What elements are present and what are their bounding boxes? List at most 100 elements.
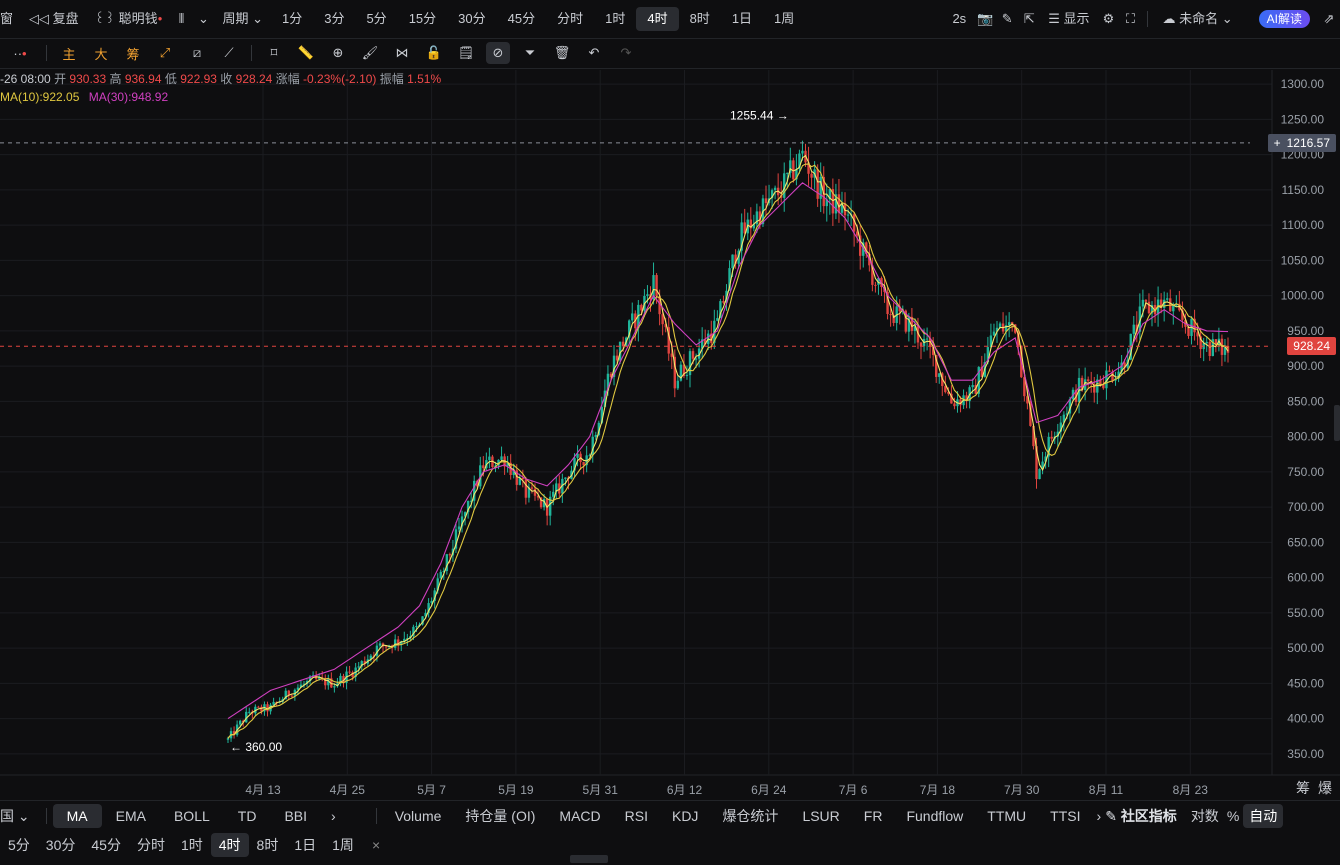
compare-icon[interactable]: ⧄	[181, 38, 213, 68]
close-value: 928.24	[235, 72, 273, 86]
timeframe-tab-7[interactable]: 1时	[594, 7, 636, 31]
candle-body	[500, 456, 503, 460]
measure-icon[interactable]: ⟋	[213, 38, 245, 68]
lock-icon[interactable]: 🔓	[418, 38, 450, 68]
quick-timeframe-tab-1[interactable]: 30分	[38, 833, 84, 857]
chevron-right-icon[interactable]: ›	[321, 804, 346, 828]
export-icon[interactable]: ⇗	[1318, 8, 1340, 30]
candle-body	[357, 666, 360, 668]
candle-body	[1144, 299, 1148, 302]
timeframe-tab-10[interactable]: 1日	[721, 7, 763, 31]
timeframe-tab-3[interactable]: 15分	[398, 7, 447, 31]
sub-indicator-tab-9[interactable]: TTMU	[975, 804, 1038, 828]
display-button[interactable]: ☰ 显示	[1040, 7, 1097, 31]
plus-icon: +	[1273, 135, 1281, 150]
trend-icon[interactable]: ⤢	[149, 38, 181, 68]
magnet-icon[interactable]: ⋈	[386, 38, 418, 68]
share-icon[interactable]: ⇱	[1018, 8, 1040, 30]
period-dropdown[interactable]: 周期 ⌄	[214, 7, 271, 31]
trash-icon[interactable]: 🗑	[546, 38, 578, 68]
refresh-interval-button[interactable]: 2s	[944, 7, 974, 31]
window-button[interactable]: 窗	[0, 7, 21, 31]
sub-indicator-tab-8[interactable]: Fundflow	[894, 804, 975, 828]
settings-icon[interactable]: ⚙	[1097, 8, 1119, 30]
sub-indicator-tab-4[interactable]: KDJ	[660, 804, 710, 828]
more-dots-icon[interactable]: ·· •	[0, 38, 40, 68]
pencil-icon[interactable]: ✎	[996, 8, 1018, 30]
ai-interpret-button[interactable]: AI解读	[1258, 10, 1310, 28]
quick-timeframe-tab-0[interactable]: 5分	[0, 833, 38, 857]
main-indicator-tab-1[interactable]: EMA	[102, 804, 160, 828]
timeframe-tab-4[interactable]: 30分	[447, 7, 496, 31]
quick-timeframe-tab-2[interactable]: 45分	[83, 833, 129, 857]
timeframe-tab-11[interactable]: 1周	[763, 7, 805, 31]
chip-tab[interactable]: 筹	[117, 44, 149, 63]
link-icon[interactable]: ⊘	[486, 42, 510, 64]
chevron-down-icon[interactable]: ⌄	[192, 8, 214, 30]
ma10-legend[interactable]: MA(10):922.05	[0, 90, 79, 104]
large-order-tab[interactable]: 大	[85, 44, 117, 63]
bookmark-icon[interactable]: ⌑	[258, 38, 290, 68]
candle-body	[953, 403, 956, 407]
quick-timeframe-tab-8[interactable]: 1周	[324, 833, 362, 857]
close-icon[interactable]: ×	[362, 833, 390, 857]
main-chart-select[interactable]: 国 ⌄	[0, 804, 40, 828]
x-tick-label: 6月 24	[751, 783, 787, 797]
quick-timeframe-tab-3[interactable]: 分时	[129, 833, 173, 857]
candle-body	[272, 701, 275, 705]
redo-icon[interactable]: ↷	[610, 38, 642, 68]
main-indicator-tab-4[interactable]: BBI	[270, 804, 321, 828]
smart-money-icon: ꒰꒱	[94, 11, 119, 26]
sub-indicator-tab-6[interactable]: LSUR	[790, 804, 851, 828]
quick-timeframe-tab-4[interactable]: 1时	[173, 833, 211, 857]
sub-indicator-tab-3[interactable]: RSI	[613, 804, 660, 828]
ma30-legend[interactable]: MA(30):948.92	[89, 90, 168, 104]
sub-indicator-tab-2[interactable]: MACD	[547, 804, 612, 828]
timeframe-tab-6[interactable]: 分时	[546, 7, 594, 31]
candle-type-icon[interactable]: ⫴	[170, 8, 192, 30]
candle-body	[1187, 326, 1190, 336]
community-indicators-button[interactable]: ✎ 社区指标	[1105, 804, 1187, 828]
main-indicator-tab-0[interactable]: MA	[52, 804, 102, 828]
sub-indicator-tab-7[interactable]: FR	[852, 804, 895, 828]
main-indicator-tab[interactable]: 主	[53, 44, 85, 63]
camera-icon[interactable]: 📷	[974, 8, 996, 30]
quick-timeframe-tab-6[interactable]: 8时	[249, 833, 287, 857]
sub-indicator-tab-1[interactable]: 持仓量 (OI)	[453, 804, 547, 828]
fullscreen-icon[interactable]: ⛶	[1119, 8, 1141, 30]
panel-resize-handle[interactable]	[570, 855, 608, 863]
sub-indicator-tab-10[interactable]: TTSI	[1038, 804, 1092, 828]
undo-icon[interactable]: ↶	[578, 38, 610, 68]
sub-indicator-tab-0[interactable]: Volume	[383, 804, 454, 828]
main-indicator-tab-3[interactable]: TD	[224, 804, 271, 828]
auto-scale-toggle[interactable]: 自动	[1243, 804, 1284, 828]
side-panel-handle[interactable]	[1334, 405, 1340, 441]
filter-icon[interactable]: ⏷	[514, 38, 546, 68]
chevron-right-icon[interactable]: ›	[1093, 804, 1106, 828]
quick-timeframe-tab-7[interactable]: 1日	[286, 833, 324, 857]
replay-button[interactable]: ◁◁ 复盘	[21, 7, 87, 31]
ruler-icon[interactable]: 📏	[290, 38, 322, 68]
liquidation-panel-tab[interactable]: 爆	[1318, 778, 1332, 798]
timeframe-tab-9[interactable]: 8时	[679, 7, 721, 31]
chip-panel-tab[interactable]: 筹	[1296, 778, 1310, 798]
log-scale-toggle[interactable]: 对数	[1187, 804, 1223, 828]
candle-body	[482, 465, 485, 469]
sub-indicator-tab-5[interactable]: 爆仓统计	[710, 804, 790, 828]
smart-money-button[interactable]: ꒰꒱ 聪明钱●	[87, 7, 171, 31]
timeframe-tab-1[interactable]: 3分	[313, 7, 355, 31]
brush-icon[interactable]: 🖌	[354, 38, 386, 68]
note-icon[interactable]: 🗒	[450, 38, 482, 68]
timeframe-tab-5[interactable]: 45分	[497, 7, 546, 31]
quick-timeframe-tab-5[interactable]: 4时	[210, 833, 249, 857]
price-chart[interactable]: 1300.001250.001200.001150.001100.001050.…	[0, 70, 1340, 800]
timeframe-tab-0[interactable]: 1分	[271, 7, 313, 31]
zoom-in-icon[interactable]: ⊕	[322, 38, 354, 68]
candle-body	[773, 187, 777, 191]
layout-dropdown[interactable]: ☁ 未命名 ⌄	[1154, 7, 1240, 31]
timeframe-tab-8[interactable]: 4时	[636, 7, 679, 31]
percent-scale-toggle[interactable]: %	[1223, 804, 1243, 828]
timeframe-tab-2[interactable]: 5分	[355, 7, 397, 31]
main-indicator-tab-2[interactable]: BOLL	[160, 804, 224, 828]
y-tick-label: 550.00	[1287, 606, 1324, 620]
